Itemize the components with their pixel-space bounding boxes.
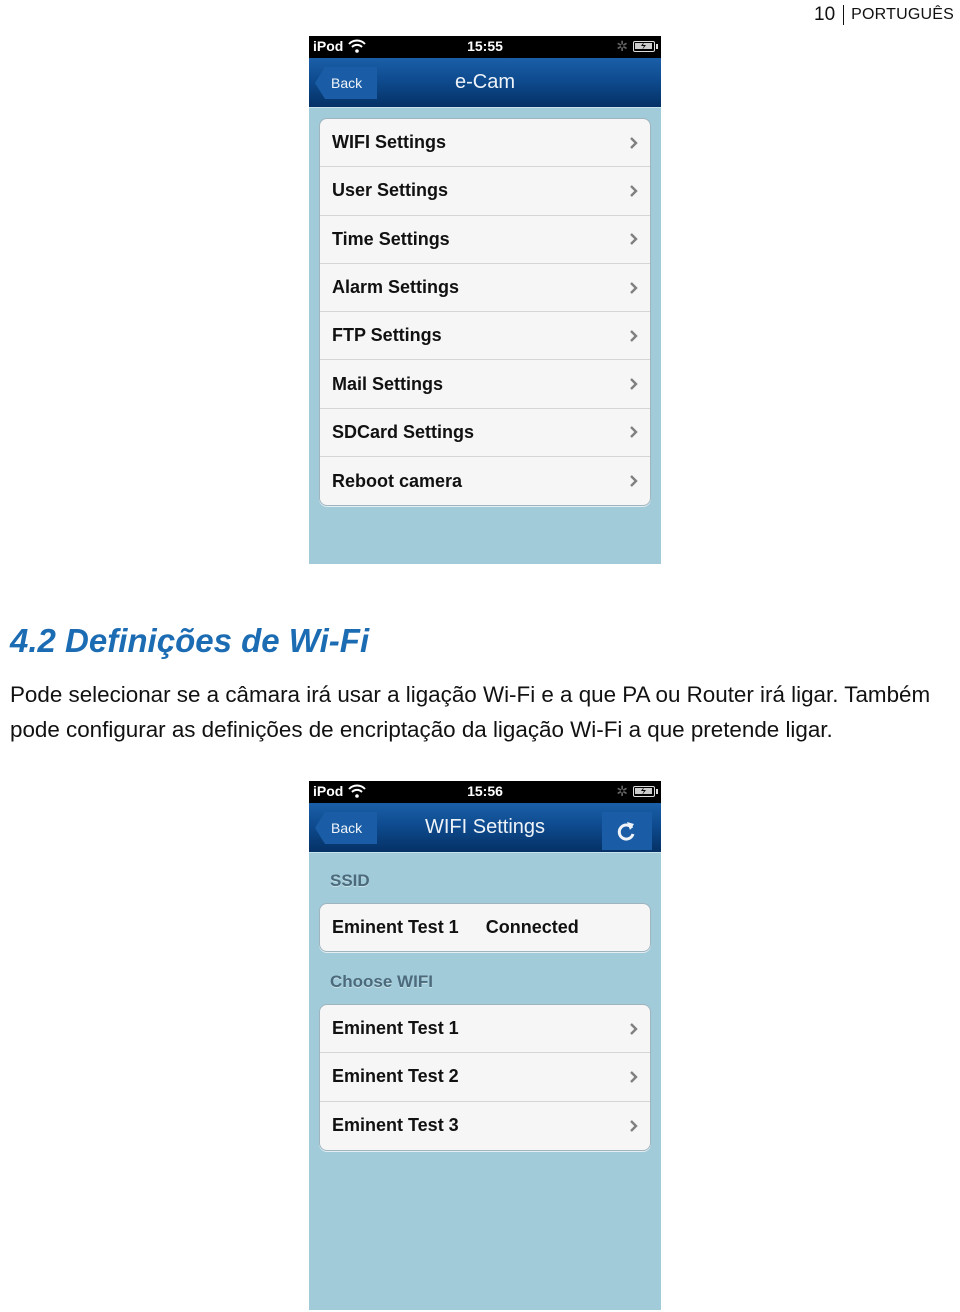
- status-bar: iPod 15:55 ✲: [309, 36, 661, 58]
- menu-item-label: WIFI Settings: [332, 132, 446, 153]
- menu-item-sdcard-settings[interactable]: SDCard Settings: [320, 409, 650, 458]
- chevron-right-icon: [630, 378, 638, 390]
- battery-charging-icon: [633, 41, 658, 52]
- chevron-right-icon: [630, 1022, 638, 1035]
- header-divider: [843, 5, 845, 25]
- ecam-settings-screenshot: iPod 15:55 ✲ Back e-Cam WIFI Settings Us…: [309, 36, 661, 564]
- network-label: Eminent Test 2: [332, 1066, 459, 1087]
- status-bar: iPod 15:56 ✲: [309, 781, 661, 803]
- current-network-row: Eminent Test 1 Connected: [320, 904, 650, 951]
- menu-item-mail-settings[interactable]: Mail Settings: [320, 360, 650, 409]
- network-label: Eminent Test 1: [332, 1018, 459, 1039]
- menu-item-user-settings[interactable]: User Settings: [320, 167, 650, 216]
- nav-bar: Back WIFI Settings: [309, 803, 661, 853]
- network-label: Eminent Test 3: [332, 1115, 459, 1136]
- menu-item-wifi-settings[interactable]: WIFI Settings: [320, 119, 650, 168]
- menu-item-label: Reboot camera: [332, 470, 463, 491]
- menu-item-label: Time Settings: [332, 228, 450, 249]
- status-time: 15:55: [467, 38, 503, 54]
- chevron-right-icon: [630, 233, 638, 246]
- chevron-right-icon: [630, 1071, 638, 1083]
- status-time: 15:56: [467, 783, 503, 799]
- chevron-right-icon: [630, 281, 638, 294]
- section-heading: 4.2 Definições de Wi-Fi: [10, 622, 370, 659]
- chevron-right-icon: [630, 329, 638, 342]
- wifi-network-list: Eminent Test 1 Eminent Test 2 Eminent Te…: [319, 1004, 651, 1151]
- current-network-name: Eminent Test 1: [332, 917, 459, 937]
- chevron-right-icon: [630, 426, 638, 439]
- menu-item-label: Mail Settings: [332, 373, 444, 394]
- network-item-eminent-test-3[interactable]: Eminent Test 3: [320, 1102, 650, 1150]
- settings-menu-list: WIFI Settings User Settings Time Setting…: [319, 118, 651, 507]
- bluetooth-icon: ✲: [616, 783, 628, 799]
- bluetooth-icon: ✲: [616, 38, 628, 54]
- menu-item-label: User Settings: [332, 180, 449, 201]
- chevron-right-icon: [630, 136, 638, 149]
- page-header: 10 PORTUGUÊS: [814, 4, 954, 26]
- battery-charging-icon: [633, 786, 658, 797]
- chevron-right-icon: [630, 1119, 638, 1132]
- menu-item-label: SDCard Settings: [332, 421, 475, 442]
- refresh-button[interactable]: [602, 812, 652, 850]
- chevron-right-icon: [630, 185, 638, 197]
- choose-wifi-section-label: Choose WIFI: [330, 972, 433, 991]
- menu-item-alarm-settings[interactable]: Alarm Settings: [320, 264, 650, 313]
- menu-item-time-settings[interactable]: Time Settings: [320, 216, 650, 264]
- chevron-right-icon: [630, 475, 638, 488]
- nav-bar: Back e-Cam: [309, 58, 661, 108]
- nav-title: e-Cam: [454, 71, 515, 93]
- menu-item-label: Alarm Settings: [332, 277, 460, 298]
- network-item-eminent-test-2[interactable]: Eminent Test 2: [320, 1053, 650, 1102]
- section-body-text: Pode selecionar se a câmara irá usar a l…: [10, 682, 931, 742]
- menu-item-label: FTP Settings: [332, 325, 442, 346]
- ssid-current-group: Eminent Test 1 Connected: [319, 903, 651, 952]
- page-number: 10: [814, 4, 836, 25]
- wifi-settings-screenshot: iPod 15:56 ✲ Back WIFI Settings SSID Emi…: [309, 781, 661, 1310]
- connection-status: Connected: [485, 917, 579, 937]
- language-label: PORTUGUÊS: [851, 6, 954, 23]
- menu-item-ftp-settings[interactable]: FTP Settings: [320, 312, 650, 361]
- menu-item-reboot-camera[interactable]: Reboot camera: [320, 457, 650, 505]
- refresh-icon: [617, 822, 635, 841]
- ssid-section-label: SSID: [330, 871, 370, 890]
- network-item-eminent-test-1[interactable]: Eminent Test 1: [320, 1005, 650, 1054]
